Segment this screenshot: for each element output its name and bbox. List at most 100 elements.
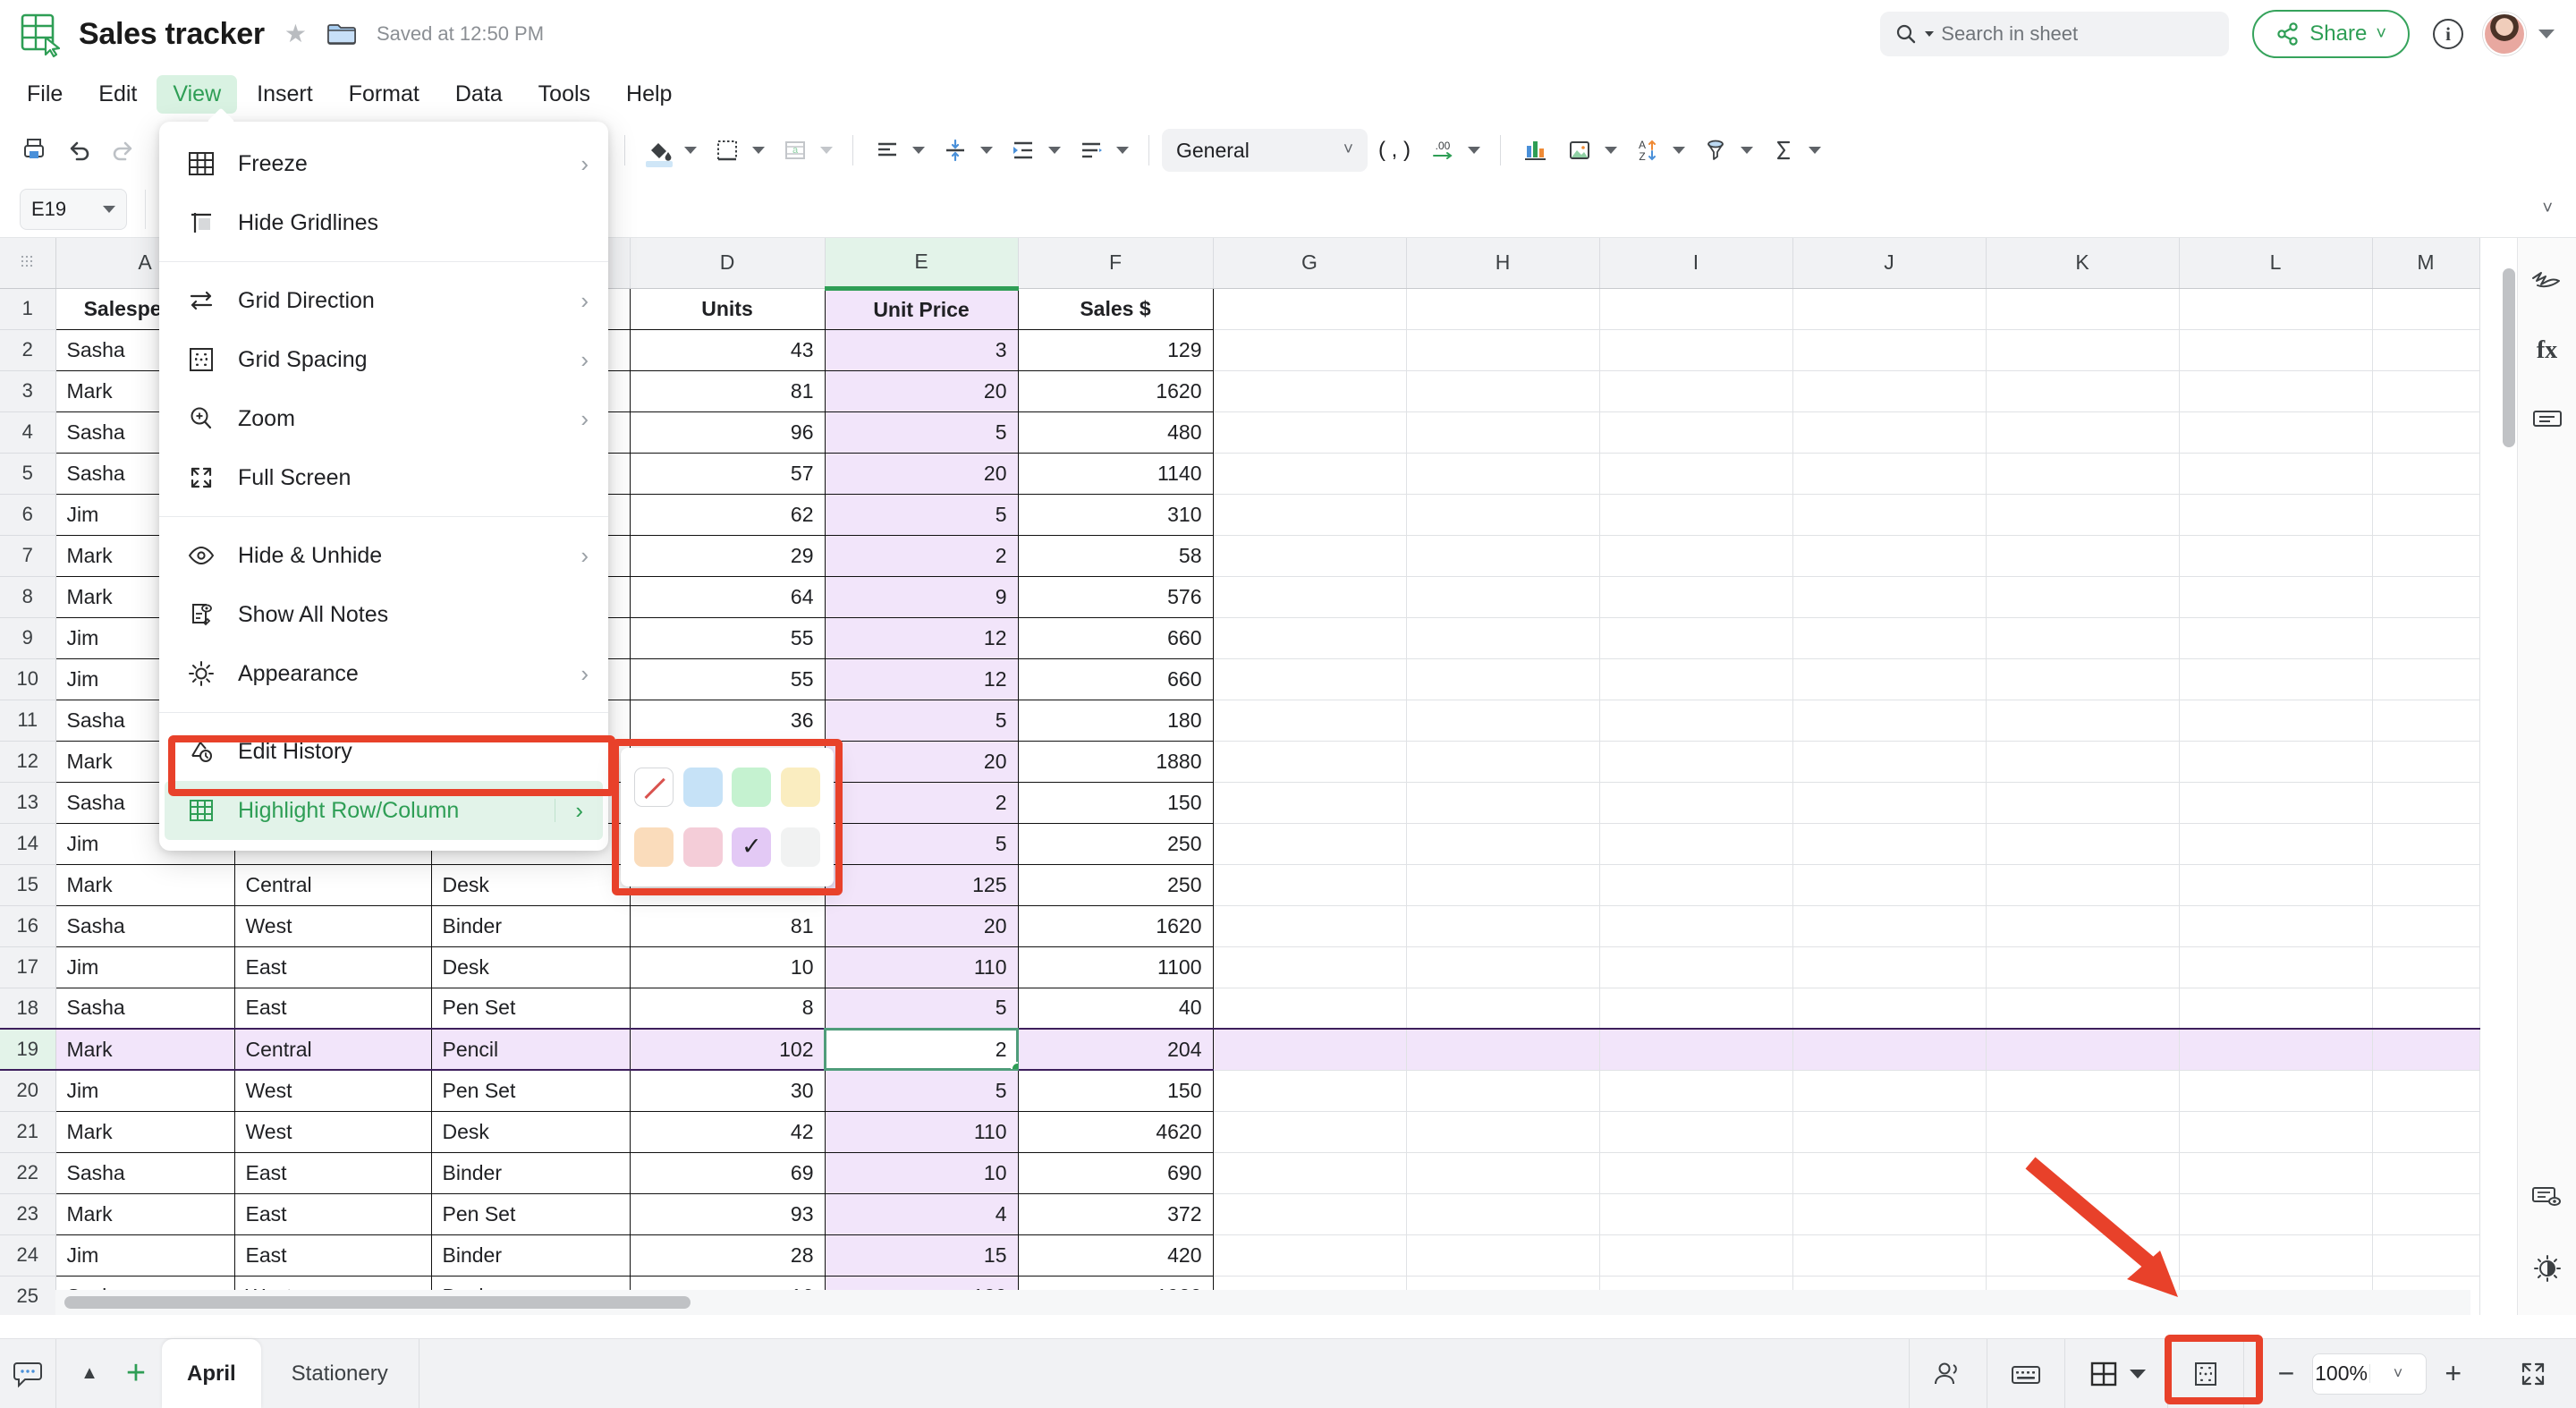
cell-M10[interactable] [2372, 658, 2479, 700]
cell-D19[interactable]: 102 [630, 1029, 825, 1070]
filter-button[interactable] [1694, 129, 1737, 172]
highlight-rowcol-chevron-down-icon[interactable] [2130, 1370, 2146, 1378]
column-header-G[interactable]: G [1213, 238, 1406, 288]
cell-A20[interactable]: Jim [55, 1070, 234, 1111]
cell-G13[interactable] [1213, 782, 1406, 823]
cell-G1[interactable] [1213, 288, 1406, 329]
menu-view[interactable]: View [157, 75, 237, 114]
cell-L21[interactable] [2179, 1111, 2372, 1152]
cell-F10[interactable]: 660 [1018, 658, 1213, 700]
cell-G10[interactable] [1213, 658, 1406, 700]
text-wrap-button[interactable] [1070, 129, 1113, 172]
cell-F13[interactable]: 150 [1018, 782, 1213, 823]
swatch-pink[interactable] [683, 827, 723, 867]
cell-E5[interactable]: 20 [825, 453, 1018, 494]
cell-F9[interactable]: 660 [1018, 617, 1213, 658]
folder-icon[interactable] [326, 21, 357, 47]
cell-H23[interactable] [1406, 1193, 1599, 1234]
cell-L13[interactable] [2179, 782, 2372, 823]
keyboard-button[interactable] [1987, 1339, 2064, 1408]
decimal-format-button[interactable]: .00 [1421, 129, 1464, 172]
cell-G6[interactable] [1213, 494, 1406, 535]
cell-J11[interactable] [1792, 700, 1986, 741]
cell-E3[interactable]: 20 [825, 370, 1018, 411]
cell-M15[interactable] [2372, 864, 2479, 905]
cell-B22[interactable]: East [234, 1152, 431, 1193]
collaborators-button[interactable] [1909, 1339, 1987, 1408]
cell-M7[interactable] [2372, 535, 2479, 576]
cell-G7[interactable] [1213, 535, 1406, 576]
column-header-F[interactable]: F [1018, 238, 1213, 288]
cell-L4[interactable] [2179, 411, 2372, 453]
cell-J2[interactable] [1792, 329, 1986, 370]
swatch-blue[interactable] [683, 768, 723, 807]
cell-L10[interactable] [2179, 658, 2372, 700]
row-header-14[interactable]: 14 [0, 823, 55, 864]
comment-box-icon[interactable] [2528, 401, 2567, 440]
row-header-16[interactable]: 16 [0, 905, 55, 946]
column-header-L[interactable]: L [2179, 238, 2372, 288]
column-header-I[interactable]: I [1599, 238, 1792, 288]
cell-F15[interactable]: 250 [1018, 864, 1213, 905]
cell-E12[interactable]: 20 [825, 741, 1018, 782]
cell-K20[interactable] [1986, 1070, 2179, 1111]
cell-D10[interactable]: 55 [630, 658, 825, 700]
cell-I13[interactable] [1599, 782, 1792, 823]
name-box[interactable]: E19 [20, 189, 127, 230]
cell-I8[interactable] [1599, 576, 1792, 617]
redo-button[interactable] [102, 129, 145, 172]
cell-C21[interactable]: Desk [431, 1111, 630, 1152]
cell-K6[interactable] [1986, 494, 2179, 535]
cell-E22[interactable]: 10 [825, 1152, 1018, 1193]
view-menu-item-appearance[interactable]: Appearance › [159, 644, 608, 703]
cell-J18[interactable] [1792, 988, 1986, 1029]
column-header-J[interactable]: J [1792, 238, 1986, 288]
zoom-in-button[interactable]: + [2427, 1357, 2479, 1390]
cell-K2[interactable] [1986, 329, 2179, 370]
cell-G24[interactable] [1213, 1234, 1406, 1276]
cell-M21[interactable] [2372, 1111, 2479, 1152]
cell-M20[interactable] [2372, 1070, 2479, 1111]
row-header-12[interactable]: 12 [0, 741, 55, 782]
cell-M6[interactable] [2372, 494, 2479, 535]
row-header-13[interactable]: 13 [0, 782, 55, 823]
cell-C20[interactable]: Pen Set [431, 1070, 630, 1111]
row-header-25[interactable]: 25 [0, 1276, 55, 1315]
cell-E17[interactable]: 110 [825, 946, 1018, 988]
cell-E20[interactable]: 5 [825, 1070, 1018, 1111]
borders-button[interactable] [706, 129, 749, 172]
valign-chevron-down-icon[interactable] [980, 147, 993, 154]
cell-I17[interactable] [1599, 946, 1792, 988]
cell-D4[interactable]: 96 [630, 411, 825, 453]
swatch-gray[interactable] [781, 827, 820, 867]
row-header-8[interactable]: 8 [0, 576, 55, 617]
menu-data[interactable]: Data [439, 75, 519, 114]
cell-K10[interactable] [1986, 658, 2179, 700]
cell-K8[interactable] [1986, 576, 2179, 617]
cell-J21[interactable] [1792, 1111, 1986, 1152]
cell-F12[interactable]: 1880 [1018, 741, 1213, 782]
cell-F22[interactable]: 690 [1018, 1152, 1213, 1193]
sum-button[interactable] [1762, 129, 1805, 172]
cell-L19[interactable] [2179, 1029, 2372, 1070]
avatar[interactable] [2483, 13, 2526, 55]
cell-K23[interactable] [1986, 1193, 2179, 1234]
column-header-D[interactable]: D [630, 238, 825, 288]
menu-help[interactable]: Help [610, 75, 688, 114]
scribble-icon[interactable] [2528, 261, 2567, 301]
cell-E6[interactable]: 5 [825, 494, 1018, 535]
cell-K11[interactable] [1986, 700, 2179, 741]
view-menu-item-hide-gridlines[interactable]: Hide Gridlines [159, 193, 608, 252]
cell-I4[interactable] [1599, 411, 1792, 453]
cell-I16[interactable] [1599, 905, 1792, 946]
cell-F16[interactable]: 1620 [1018, 905, 1213, 946]
vertical-align-button[interactable] [934, 129, 977, 172]
cell-A24[interactable]: Jim [55, 1234, 234, 1276]
cell-M12[interactable] [2372, 741, 2479, 782]
cell-K5[interactable] [1986, 453, 2179, 494]
comment-button[interactable] [0, 1359, 55, 1389]
wrap-chevron-down-icon[interactable] [1116, 147, 1129, 154]
swatch-purple-selected[interactable]: ✓ [732, 827, 771, 867]
cell-D2[interactable]: 43 [630, 329, 825, 370]
cell-F5[interactable]: 1140 [1018, 453, 1213, 494]
